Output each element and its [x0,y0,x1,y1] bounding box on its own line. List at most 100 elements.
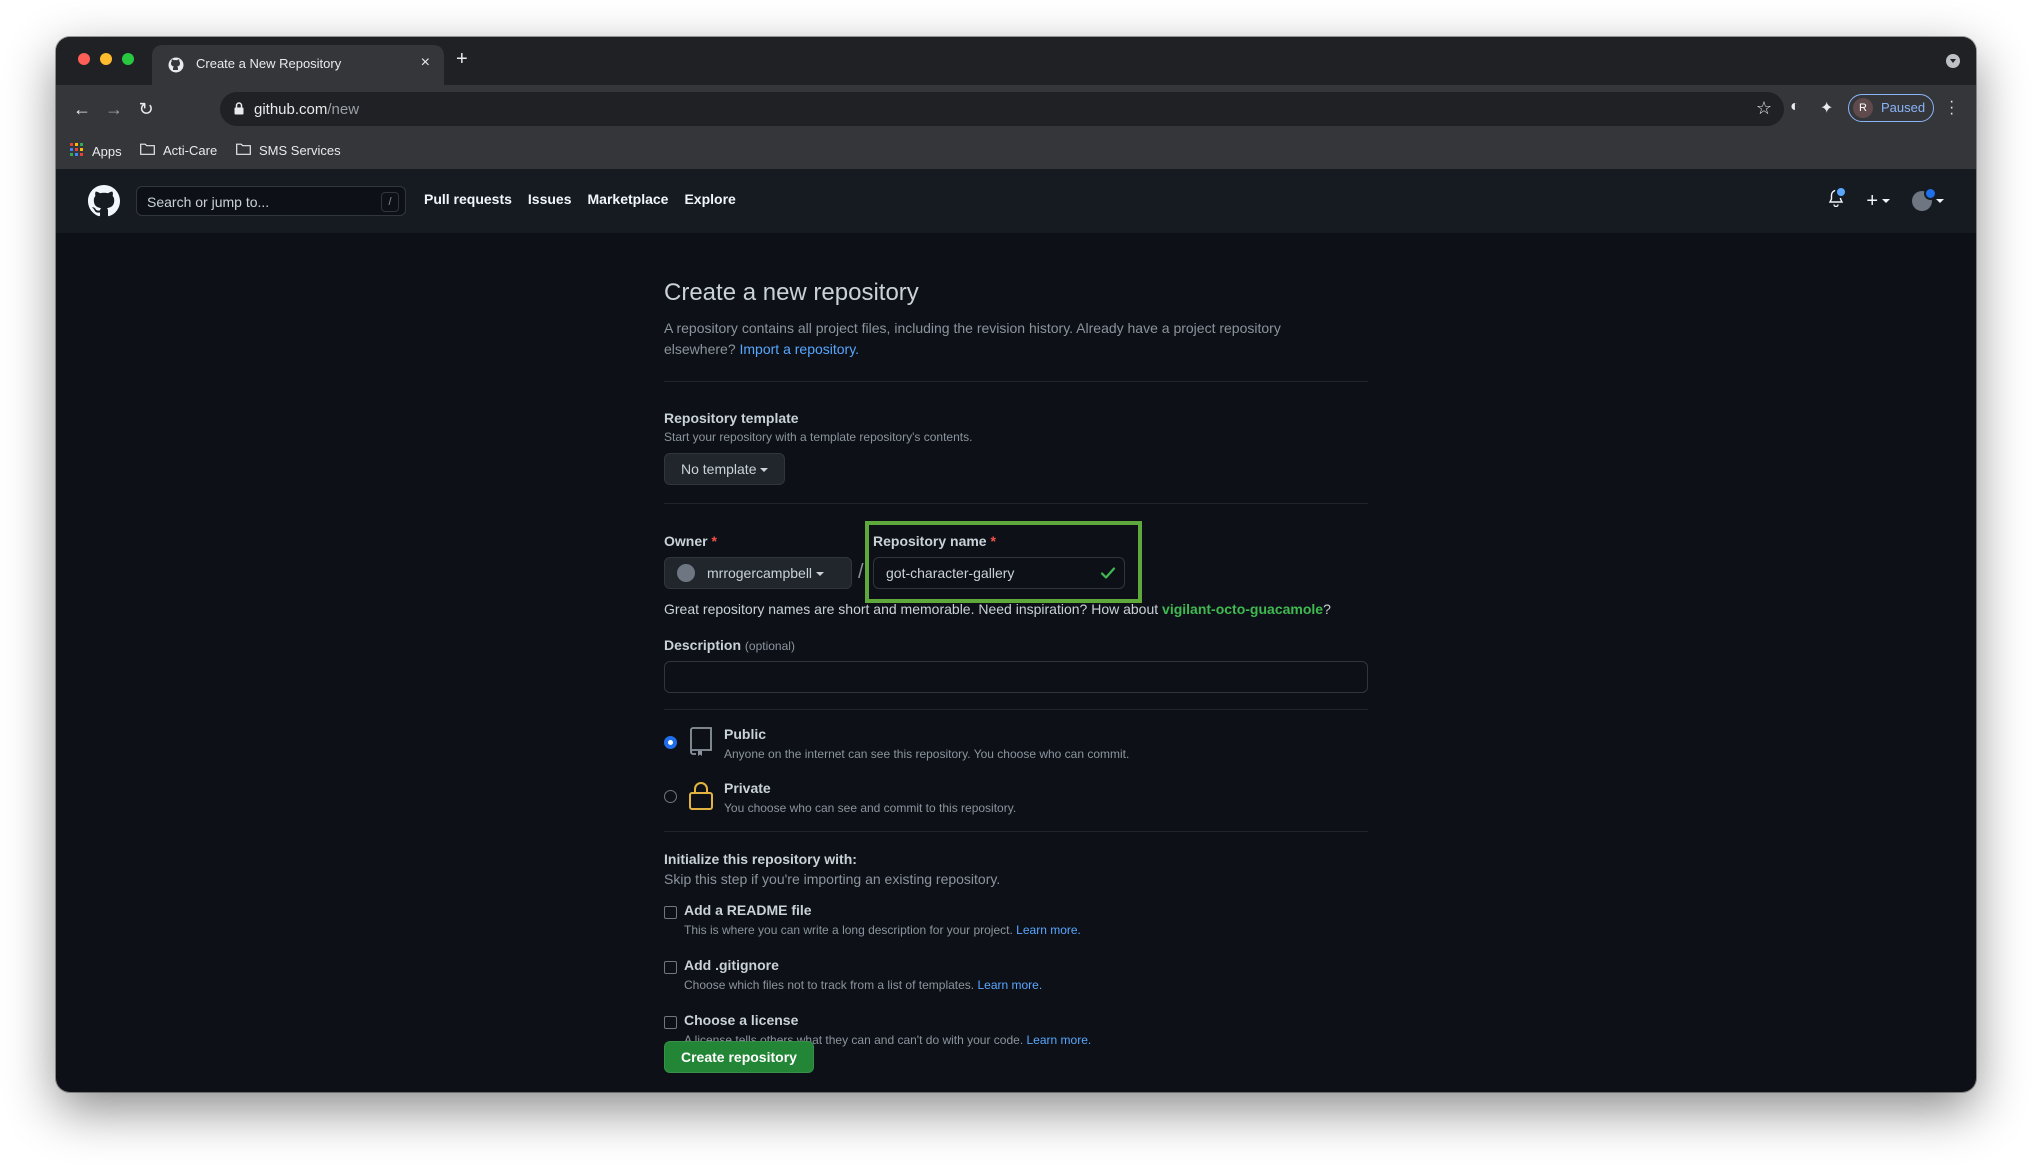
bookmark-sms-services[interactable]: SMS Services [236,143,341,158]
chevron-down-icon [816,572,825,577]
profile-button[interactable]: R Paused [1848,94,1934,122]
folder-icon [236,143,251,158]
private-radio[interactable] [664,790,677,803]
optional-hint: (optional) [744,639,795,653]
license-learn-more-link[interactable]: Learn more. [1027,1033,1092,1047]
gitignore-title: Add .gitignore [684,957,779,973]
tab-strip: Create a New Repository × + [56,37,1976,85]
private-description: You choose who can see and commit to thi… [724,801,1017,815]
nav-explore[interactable]: Explore [684,191,735,207]
owner-avatar [677,564,695,582]
repository-name-label: Repository name * [873,533,996,549]
maximize-window-button[interactable] [122,53,134,65]
puzzle-extensions-icon[interactable]: ✦ [1820,98,1833,118]
browser-tab[interactable]: Create a New Repository × [152,45,444,85]
repo-icon [688,727,714,762]
owner-select-button[interactable]: mrrogercampbell [664,557,852,589]
bookmarks-bar: Apps Acti-Care SMS Services [56,133,1976,170]
new-tab-button[interactable]: + [456,49,468,69]
search-input[interactable] [137,187,379,217]
description-label: Description (optional) [664,637,795,653]
bookmark-label: SMS Services [259,143,341,158]
browser-menu-icon[interactable]: · · · [1949,94,1954,122]
profile-status: Paused [1881,100,1926,115]
template-note: Start your repository with a template re… [664,430,973,444]
divider [664,381,1368,382]
nav-issues[interactable]: Issues [528,191,572,207]
minimize-window-button[interactable] [100,53,112,65]
readme-checkbox[interactable] [664,906,677,919]
lock-icon [234,102,244,120]
public-description: Anyone on the internet can see this repo… [724,747,1130,761]
window-controls [78,53,134,65]
user-avatar-menu[interactable] [1912,186,1944,211]
template-select-button[interactable]: No template [664,453,786,485]
required-mark: * [990,533,996,549]
url-host: github.com [254,101,328,118]
folder-icon [140,143,155,158]
github-logo-icon[interactable] [88,185,120,222]
page-subtitle: A repository contains all project files,… [664,318,1324,360]
initialize-note: Skip this step if you're importing an ex… [664,871,1001,887]
bookmark-apps[interactable]: Apps [70,143,122,160]
browser-toolbar: ← → ↻ github.com/new ☆ ◐ ✦ R Paused · · · [56,85,1976,133]
readme-learn-more-link[interactable]: Learn more. [1016,923,1081,937]
url-text: github.com/new [254,101,359,118]
forward-arrow-icon[interactable]: → [102,97,126,121]
repository-name-label-text: Repository name [873,533,987,549]
license-title: Choose a license [684,1012,799,1028]
url-path: /new [327,101,360,118]
inspiration-text: Great repository names are short and mem… [664,601,1159,617]
owner-label-text: Owner [664,533,708,549]
reload-icon[interactable]: ↻ [134,97,158,121]
gitignore-learn-more-link[interactable]: Learn more. [977,978,1042,992]
gitignore-checkbox[interactable] [664,961,677,974]
create-repository-button[interactable]: Create repository [664,1041,814,1073]
bookmark-label: Apps [92,144,122,159]
readme-description-text: This is where you can write a long descr… [684,923,1013,937]
template-label: Repository template [664,410,799,426]
tab-search-icon[interactable] [1946,54,1960,68]
bookmark-label: Acti-Care [163,143,218,158]
gitignore-description-text: Choose which files not to track from a l… [684,978,975,992]
notifications-bell-icon[interactable] [1828,186,1848,212]
address-bar[interactable]: github.com/new ☆ [220,92,1784,126]
bookmark-acti-care[interactable]: Acti-Care [140,143,217,158]
readme-description: This is where you can write a long descr… [684,923,1081,937]
valid-check-icon [1100,565,1116,586]
import-repository-link[interactable]: Import a repository. [740,341,860,357]
initialize-label: Initialize this repository with: [664,851,857,867]
description-input[interactable] [664,661,1368,693]
bookmark-star-icon[interactable]: ☆ [1756,98,1772,119]
chevron-down-icon [760,468,769,473]
back-arrow-icon[interactable]: ← [70,97,94,121]
divider [664,503,1368,504]
nav-marketplace[interactable]: Marketplace [588,191,669,207]
apps-grid-icon [70,143,84,160]
github-favicon-icon [168,57,184,78]
private-title: Private [724,780,771,796]
owner-value: mrrogercampbell [707,565,813,581]
profile-avatar: R [1853,98,1873,118]
extension-icon[interactable]: ◐ [1790,98,1800,116]
nav-pull-requests[interactable]: Pull requests [424,191,512,207]
create-new-plus-icon[interactable]: + [1866,191,1890,211]
gitignore-description: Choose which files not to track from a l… [684,978,1042,992]
browser-window: Create a New Repository × + ← → ↻ github… [56,37,1976,1092]
public-title: Public [724,726,767,742]
search-shortcut-hint: / [381,192,399,212]
header-nav: Pull requests Issues Marketplace Explore [424,191,736,207]
public-radio[interactable] [664,736,677,749]
repository-name-input[interactable] [873,557,1125,589]
close-window-button[interactable] [78,53,90,65]
tab-title: Create a New Repository [196,56,342,71]
divider [664,709,1368,710]
slash-separator: / [858,561,864,583]
close-tab-icon[interactable]: × [421,54,430,72]
inspiration-end: ? [1323,601,1331,617]
suggested-name-link[interactable]: vigilant-octo-guacamole [1162,601,1323,617]
required-mark: * [711,533,717,549]
license-checkbox[interactable] [664,1016,677,1029]
lock-icon [688,781,714,816]
divider [664,831,1368,832]
